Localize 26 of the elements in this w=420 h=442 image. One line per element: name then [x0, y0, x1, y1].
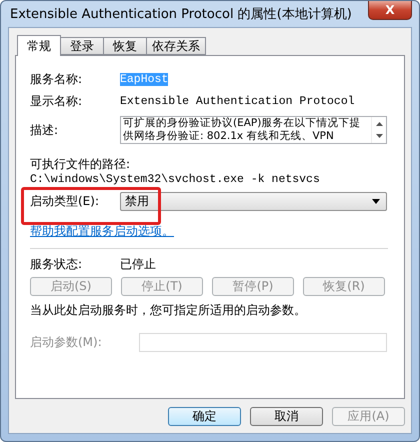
scroll-down-icon[interactable]: [376, 134, 382, 138]
field-label: 显示名称:: [30, 92, 84, 110]
hint-text: 当从此处启动服务时，您可指定所适用的启动参数。: [30, 302, 307, 319]
caret-icon: [372, 198, 380, 204]
field-label: 可执行文件的路径:: [30, 156, 132, 173]
status-value: 已停止: [120, 256, 156, 272]
dialog-button[interactable]: 确定: [168, 407, 241, 426]
startup-type-dropdown[interactable]: 禁用: [120, 192, 387, 210]
field-label: 启动类型(E):: [30, 192, 100, 210]
field-label: 服务状态:: [30, 256, 84, 272]
field-label: 启动参数(M):: [30, 334, 103, 350]
scroll-up-icon[interactable]: [376, 122, 382, 126]
service-name-value: EapHost: [120, 72, 168, 86]
help-link[interactable]: 帮助我配置服务启动选项。: [30, 224, 174, 238]
field-label: 服务名称:: [30, 70, 84, 88]
window-title: Extensible Authentication Protocol 的属性(本地计算机): [9, 6, 352, 23]
field-label: 描述:: [30, 122, 60, 138]
tab[interactable]: 依存关系: [146, 37, 206, 55]
close-button[interactable]: X: [368, 1, 412, 20]
tab[interactable]: 常规: [17, 35, 61, 56]
dialog-button[interactable]: 取消: [250, 407, 323, 426]
tab[interactable]: 登录: [60, 37, 104, 55]
description-field[interactable]: 可扩展的身份验证协议(EAP)服务在以下情况下提供网络身份验证: 802.1x 有线和无线、VPN: [120, 116, 387, 144]
display-name-value: Extensible Authentication Protocol: [120, 94, 355, 108]
path-value: C:\windows\System32\svchost.exe -k netsvcs: [30, 173, 321, 186]
tab[interactable]: 恢复: [103, 37, 147, 55]
